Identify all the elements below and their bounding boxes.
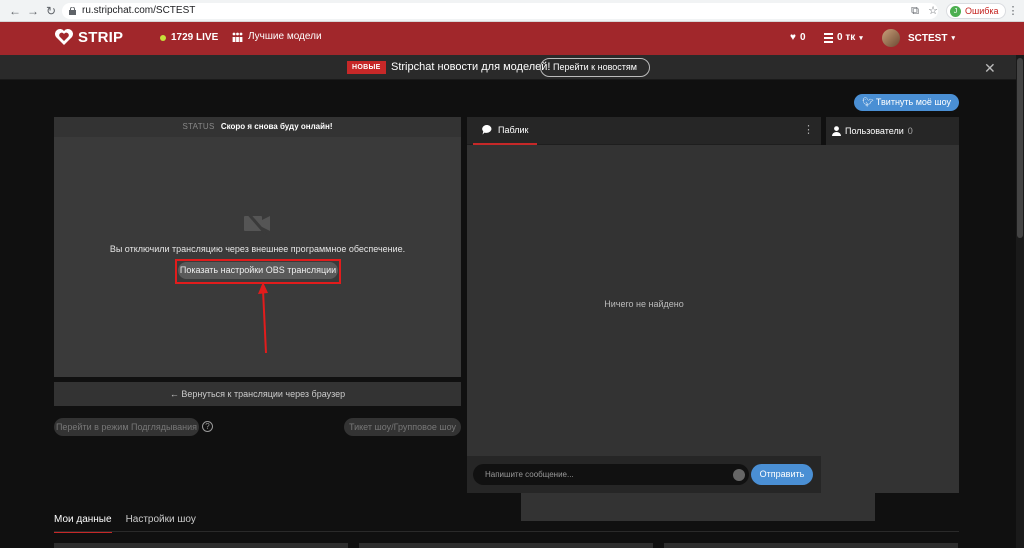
top-models-icon <box>232 32 243 42</box>
ticket-show-button[interactable]: Тикет шоу/Групповое шоу <box>344 418 461 436</box>
users-count: 0 <box>907 126 913 136</box>
tweet-show-button[interactable]: 🐦︎ Твитнуть моё шоу <box>854 94 959 111</box>
more-options-icon[interactable]: ⋮ <box>803 123 814 136</box>
chat-header: Паблик ⋮ <box>467 117 821 145</box>
address-bar[interactable]: ru.stripchat.com/SCTEST <box>62 3 938 19</box>
heart-icon: ♥ <box>790 32 796 43</box>
tab-public[interactable]: Паблик <box>473 117 537 145</box>
status-label: STATUS <box>182 122 215 131</box>
user-icon <box>832 126 841 136</box>
chat-input-bar: Отправить <box>467 456 821 493</box>
content-card <box>664 543 958 548</box>
users-header[interactable]: Пользователи 0 <box>826 117 959 145</box>
scrollbar-thumb[interactable] <box>1017 58 1023 238</box>
logo-heart-icon <box>55 29 73 45</box>
logo[interactable]: STRIPCHAT <box>54 28 875 521</box>
tokens-button[interactable]: 0 тк ▾ <box>824 32 863 43</box>
content-card <box>359 543 653 548</box>
translate-icon[interactable]: ⧉ <box>908 4 922 18</box>
forward-arrow-icon[interactable]: → <box>26 4 40 18</box>
send-button[interactable]: Отправить <box>751 464 813 485</box>
profile-button[interactable]: J Ошибка <box>946 3 1006 19</box>
profile-error-label: Ошибка <box>965 6 999 16</box>
top-models-link[interactable]: Лучшие модели <box>232 31 322 42</box>
news-text: Stripchat новости для моделей! <box>391 61 551 73</box>
annotation-arrow-icon <box>258 282 268 354</box>
twitter-icon: 🐦︎ <box>861 97 874 107</box>
site-header: STRIPCHAT 1729 LIVE Лучшие модели ♥ 0 0 … <box>0 22 1024 521</box>
content-card <box>54 543 348 548</box>
logo-text: STRIPCHAT <box>78 29 875 521</box>
help-icon[interactable]: ? <box>202 421 213 432</box>
user-menu[interactable]: SCTEST ▾ <box>882 29 955 47</box>
live-count[interactable]: 1729 LIVE <box>160 32 218 43</box>
go-to-news-button[interactable]: Перейти к новостям <box>540 58 650 77</box>
chat-bubble-icon <box>482 125 492 135</box>
close-icon[interactable]: ✕ <box>984 60 996 77</box>
lock-icon <box>69 7 76 15</box>
status-value[interactable]: Скоро я снова буду онлайн! <box>221 122 333 131</box>
users-panel: Пользователи 0 <box>826 117 959 493</box>
chat-panel: Паблик ⋮ Ничего не найдено Отправить <box>467 117 821 493</box>
tokens-dropdown-icon: ▾ <box>859 34 863 42</box>
tabs-divider <box>54 531 959 532</box>
browser-toolbar: ← → ↻ ru.stripchat.com/SCTEST ⧉ ☆ J Ошиб… <box>0 0 1024 22</box>
user-avatar <box>882 29 900 47</box>
arrow-left-icon: ← <box>169 389 179 399</box>
reload-icon[interactable]: ↻ <box>44 4 58 18</box>
live-dot-icon <box>160 34 166 41</box>
chat-message-input[interactable] <box>473 464 749 485</box>
back-to-browser-broadcast-button[interactable]: ← Вернуться к трансляции через браузер <box>54 382 461 406</box>
user-dropdown-icon: ▾ <box>951 35 955 42</box>
video-off-message: Вы отключили трансляцию через внешнее пр… <box>109 244 406 254</box>
url-text: ru.stripchat.com/SCTEST <box>82 5 196 16</box>
spy-mode-button[interactable]: Перейти в режим Подглядывания <box>54 418 199 436</box>
profile-avatar: J <box>950 5 961 17</box>
chat-empty-message: Ничего не найдено <box>604 299 684 309</box>
back-arrow-icon[interactable]: ← <box>8 4 22 18</box>
browser-menu-icon[interactable]: ⋮ <box>1006 4 1020 18</box>
camera-off-icon <box>244 210 270 235</box>
favorites-button[interactable]: ♥ 0 <box>790 32 806 43</box>
coins-icon <box>824 32 833 43</box>
emoji-icon[interactable] <box>733 469 745 481</box>
star-icon[interactable]: ☆ <box>926 4 940 18</box>
news-bar: НОВЫЕ Stripchat новости для моделей! Пер… <box>0 55 1024 80</box>
news-badge: НОВЫЕ <box>347 61 386 74</box>
status-bar: STATUS Скоро я снова буду онлайн! <box>54 117 461 137</box>
show-obs-settings-button[interactable]: Показать настройки OBS трансляции <box>178 262 338 279</box>
